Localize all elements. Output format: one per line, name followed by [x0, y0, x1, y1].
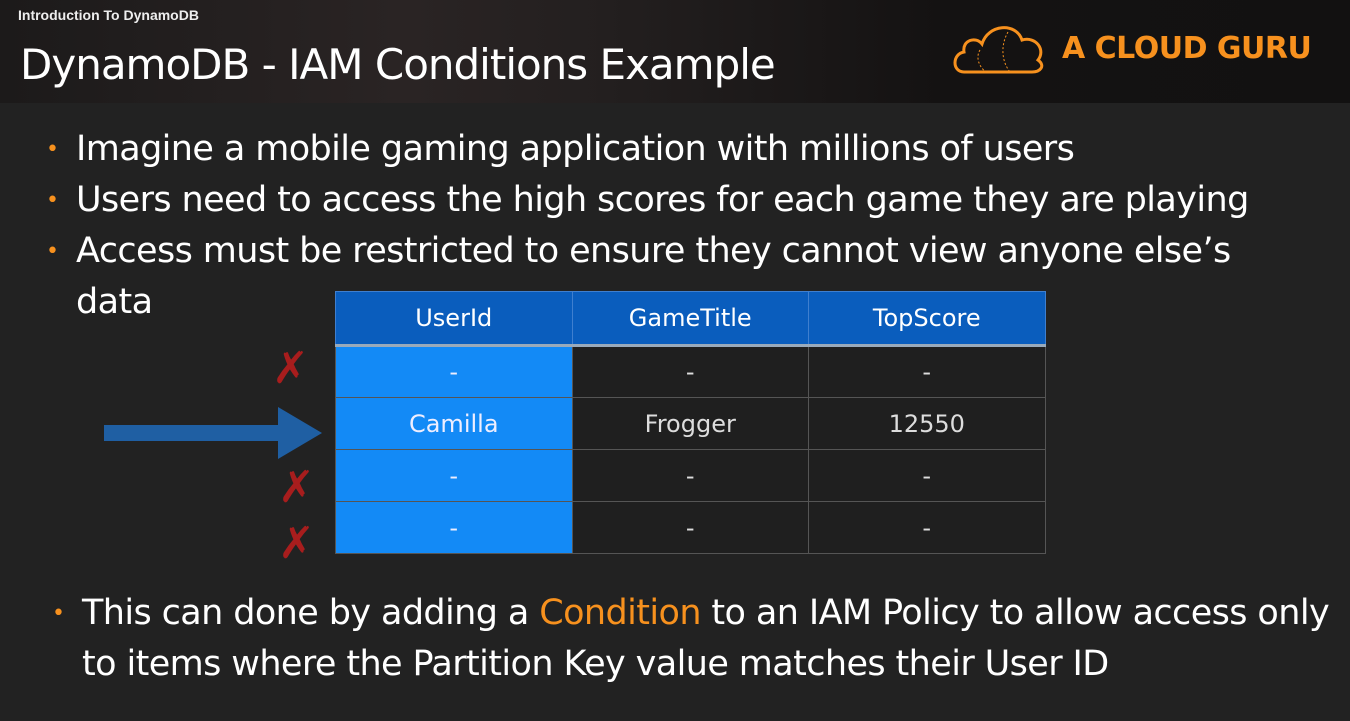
slide-title: DynamoDB - IAM Conditions Example — [20, 40, 776, 89]
deny-x-icon: ✗ — [278, 518, 315, 569]
slide-header: Introduction To DynamoDB DynamoDB - IAM … — [0, 0, 1350, 103]
column-header: GameTitle — [571, 291, 809, 347]
cell: - — [335, 449, 573, 502]
bullet-text: Users need to access the high scores for… — [76, 180, 1249, 220]
cell: - — [808, 449, 1046, 502]
deny-x-icon: ✗ — [278, 462, 315, 513]
cell: - — [335, 501, 573, 554]
cell: - — [571, 345, 809, 398]
cell: - — [808, 501, 1046, 554]
bullet-icon: • — [46, 137, 59, 162]
course-title: Introduction To DynamoDB — [18, 7, 199, 23]
bullet-item: • This can done by adding a Condition to … — [52, 588, 1342, 690]
bullet-item: • Users need to access the high scores fo… — [46, 175, 1286, 226]
cell: - — [571, 449, 809, 502]
dynamodb-table: UserId GameTitle TopScore --- Camilla Fro… — [335, 291, 1046, 554]
table-row: --- — [335, 345, 1046, 398]
cell: - — [571, 501, 809, 554]
cell: - — [335, 345, 573, 398]
column-header: UserId — [335, 291, 573, 347]
table-header-row: UserId GameTitle TopScore — [335, 291, 1046, 347]
arrow-icon — [104, 407, 322, 459]
highlight-text: Condition — [539, 593, 701, 633]
bottom-bullet: • This can done by adding a Condition to … — [52, 588, 1342, 690]
cell: Camilla — [335, 397, 573, 450]
bullet-icon: • — [46, 239, 59, 264]
bullet-item: • Imagine a mobile gaming application wit… — [46, 124, 1286, 175]
deny-x-icon: ✗ — [272, 343, 309, 394]
cell: - — [808, 345, 1046, 398]
cell: 12550 — [808, 397, 1046, 450]
bullet-icon: • — [46, 188, 59, 213]
logo-text: A CLOUD GURU — [1062, 30, 1312, 66]
table-row: Camilla Frogger 12550 — [335, 397, 1046, 450]
column-header: TopScore — [808, 291, 1046, 347]
table-row: --- — [335, 501, 1046, 554]
bullet-icon: • — [52, 601, 65, 626]
cloud-logo-icon — [953, 26, 1044, 74]
table-row: --- — [335, 449, 1046, 502]
bullet-text: This can done by adding a — [82, 593, 540, 633]
logo: A CLOUD GURU — [950, 20, 1312, 76]
bullet-text: Imagine a mobile gaming application with… — [76, 129, 1075, 169]
cell: Frogger — [571, 397, 809, 450]
